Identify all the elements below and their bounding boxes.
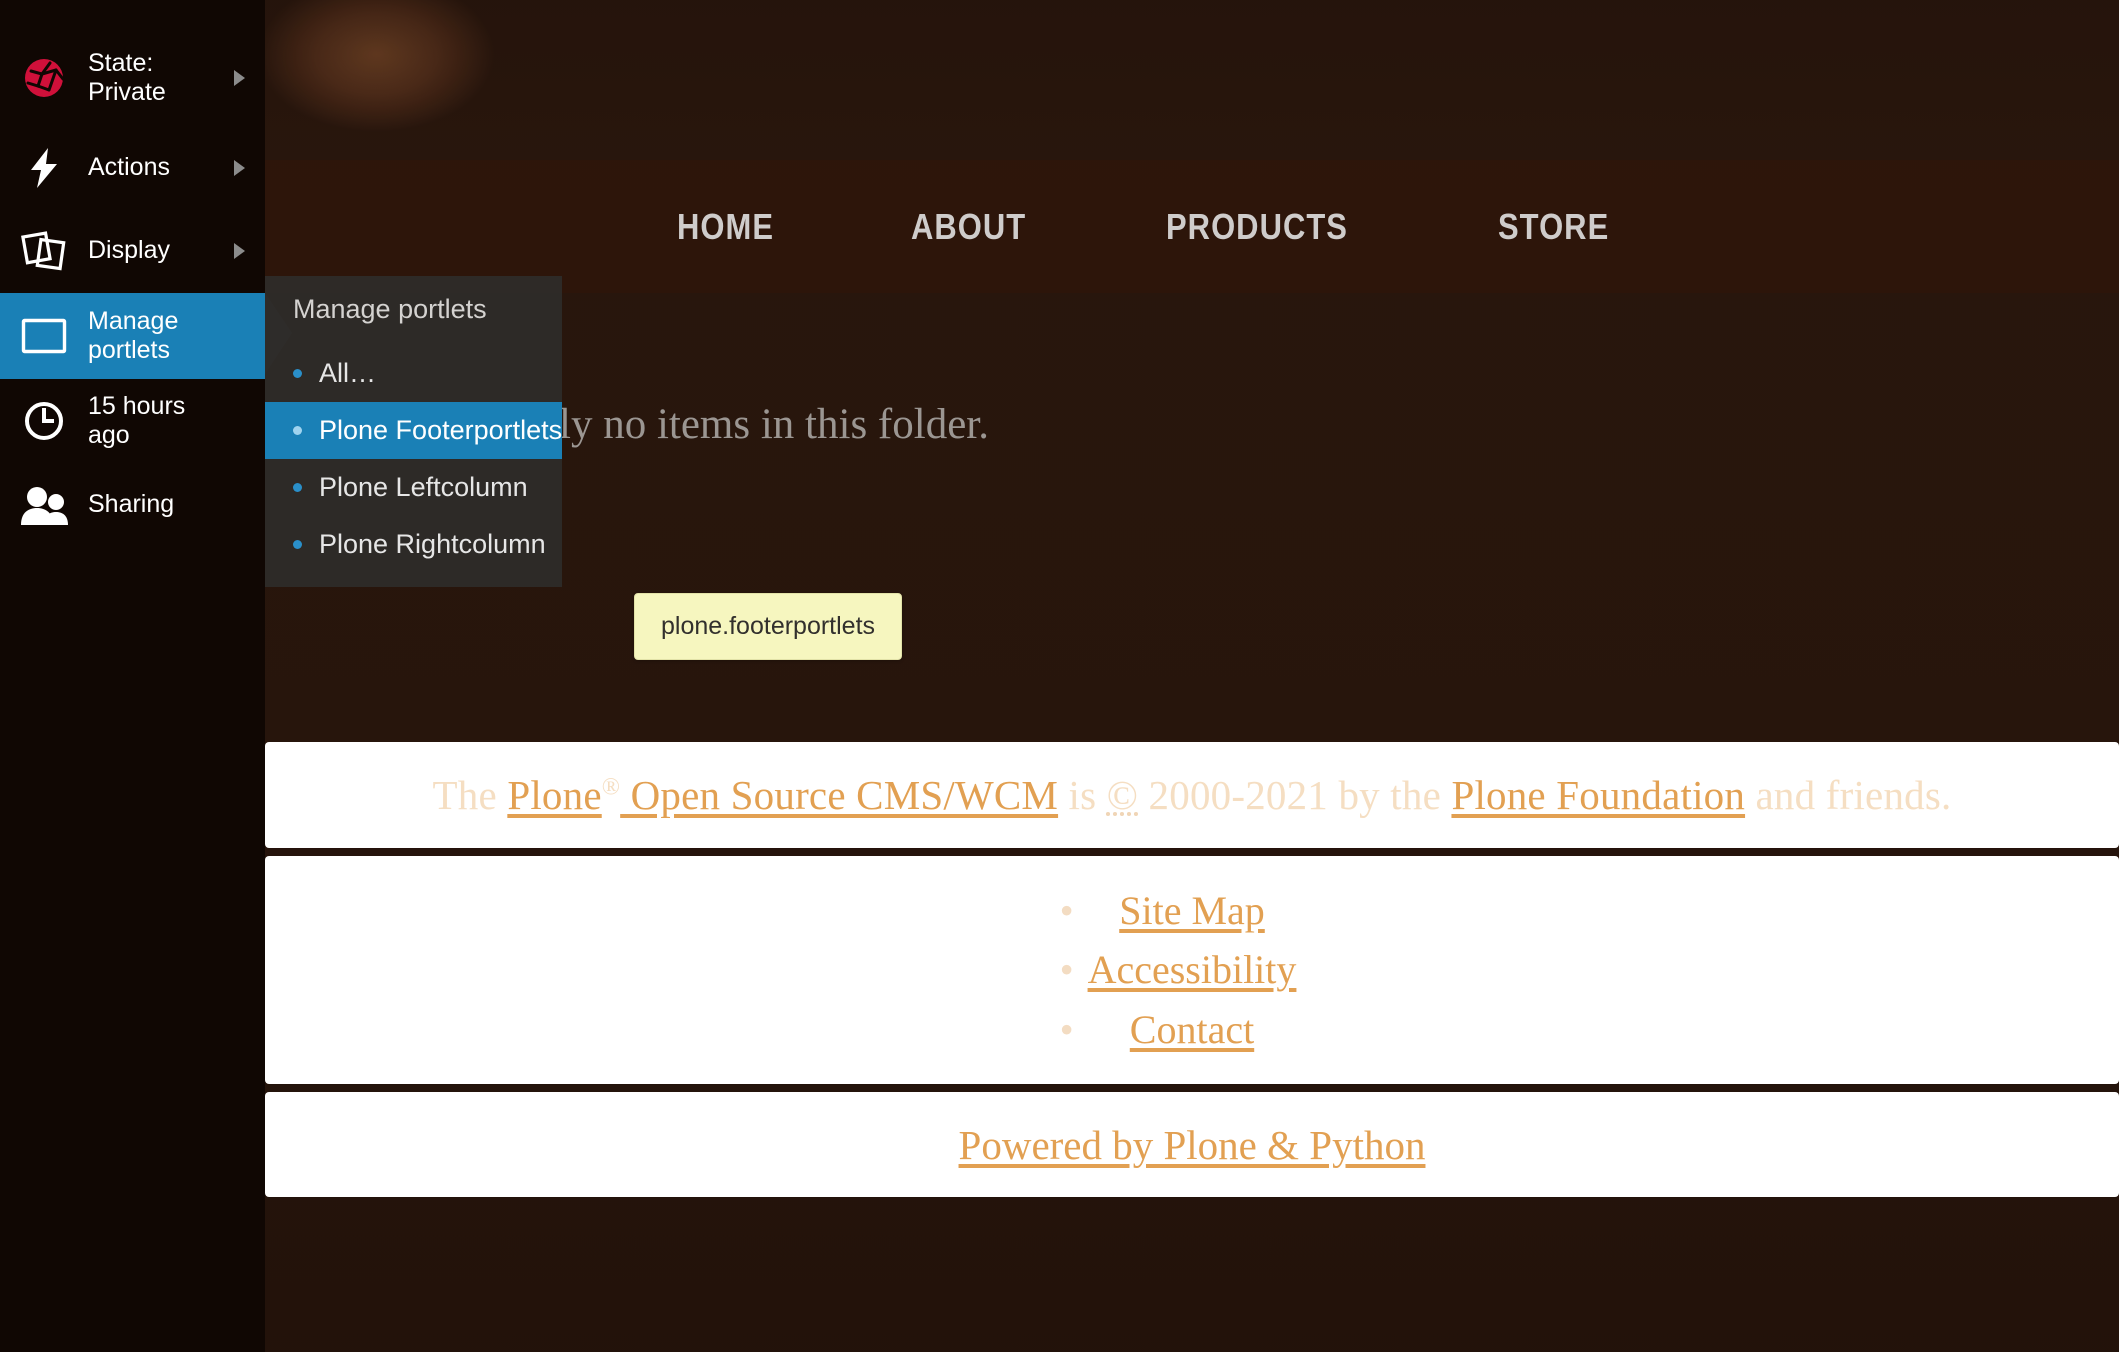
nav-item-about[interactable]: ABOUT [911, 206, 1026, 248]
lightning-bolt-icon [0, 146, 88, 190]
bullet-icon [293, 483, 302, 492]
dropdown-title: Manage portlets [293, 294, 487, 324]
plone-edit-toolbar: State: Private Actions Display Manage po… [0, 0, 292, 1352]
portlet-id-tooltip: plone.footerportlets [634, 593, 903, 660]
dropdown-item-plone-rightcolumn[interactable]: Plone Rightcolumn [265, 516, 562, 573]
toolbar-item-manage-portlets-label: Manage portlets [88, 306, 179, 365]
toolbar-item-history[interactable]: 15 hours ago [0, 379, 265, 463]
toolbar-item-display-label: Display [88, 236, 170, 265]
nav-item-products[interactable]: PRODUCTS [1166, 206, 1348, 248]
clock-icon [0, 400, 88, 442]
dropdown-item-label: Plone Footerportlets [319, 415, 563, 445]
state-private-icon [0, 57, 88, 99]
toolbar-item-actions[interactable]: Actions [0, 126, 265, 209]
screen-root: HOME ABOUT PRODUCTS STORE There are curr… [0, 0, 2119, 1352]
bullet-icon [293, 426, 302, 435]
display-layers-icon [0, 230, 88, 272]
footer-copyright-text: The Plone® Open Source CMS/WCM is © 2000… [433, 771, 1952, 819]
toolbar-top-spacer [0, 0, 265, 30]
footer-links-list: Site Map Accessibility Contact [1060, 881, 1297, 1059]
registered-mark: ® [601, 774, 621, 801]
toolbar-item-history-label: 15 hours ago [88, 391, 186, 450]
copyright-prefix: The [432, 772, 508, 818]
copyright-symbol: © [1106, 772, 1139, 818]
toolbar-item-sharing[interactable]: Sharing [0, 463, 265, 547]
site-viewport: HOME ABOUT PRODUCTS STORE There are curr… [265, 0, 2119, 1352]
bullet-icon [293, 540, 302, 549]
dropdown-item-label: All… [319, 358, 377, 388]
footer-powered-panel: Powered by Plone & Python [265, 1092, 2119, 1197]
dropdown-item-all[interactable]: All… [265, 345, 562, 402]
bullet-icon [293, 369, 302, 378]
dropdown-item-label: Plone Leftcolumn [319, 472, 528, 502]
manage-portlets-dropdown: Manage portlets All… Plone Footerportlet… [265, 276, 562, 587]
footer-link-accessibility[interactable]: Accessibility [1088, 947, 1297, 992]
dropdown-item-label: Plone Rightcolumn [319, 529, 546, 559]
copyright-years: 2000-2021 by the [1138, 772, 1452, 818]
dropdown-item-plone-leftcolumn[interactable]: Plone Leftcolumn [265, 459, 562, 516]
footer-powered-text: Powered by Plone & Python [959, 1121, 1426, 1169]
nav-item-store[interactable]: STORE [1498, 206, 1609, 248]
footer-links-panel: Site Map Accessibility Contact [265, 856, 2119, 1084]
chevron-right-icon [234, 159, 245, 176]
copyright-middle: is [1058, 772, 1107, 818]
list-item: Contact [1060, 1000, 1297, 1059]
link-open-source-cms[interactable]: Open Source CMS/WCM [620, 772, 1058, 818]
site-navigation-bar: HOME ABOUT PRODUCTS STORE [265, 160, 2119, 293]
footer-link-site-map[interactable]: Site Map [1119, 888, 1265, 933]
nav-item-home[interactable]: HOME [677, 206, 774, 248]
chevron-right-icon [234, 70, 245, 86]
toolbar-item-actions-label: Actions [88, 152, 170, 181]
users-icon [0, 485, 88, 525]
tooltip-text: plone.footerportlets [661, 612, 876, 640]
list-item: Site Map [1060, 881, 1297, 940]
toolbar-item-manage-portlets[interactable]: Manage portlets [0, 293, 292, 379]
link-plone[interactable]: Plone [507, 772, 601, 818]
site-footer: The Plone® Open Source CMS/WCM is © 2000… [265, 742, 2119, 1205]
toolbar-item-state[interactable]: State: Private [0, 30, 265, 126]
list-item: Accessibility [1060, 940, 1297, 999]
toolbar-item-display[interactable]: Display [0, 209, 265, 293]
copyright-suffix: and friends. [1745, 772, 1952, 818]
footer-link-contact[interactable]: Contact [1130, 1007, 1254, 1052]
dropdown-item-plone-footerportlets[interactable]: Plone Footerportlets [265, 402, 562, 459]
dropdown-item-list: All… Plone Footerportlets Plone Leftcolu… [265, 345, 562, 573]
link-plone-foundation[interactable]: Plone Foundation [1451, 772, 1745, 818]
portlets-rectangle-icon [0, 318, 88, 354]
toolbar-item-state-label: State: Private [88, 48, 166, 107]
toolbar-item-sharing-label: Sharing [88, 490, 175, 519]
footer-link-powered-by[interactable]: Powered by Plone & Python [959, 1122, 1426, 1168]
chevron-right-icon [234, 243, 245, 259]
footer-copyright-panel: The Plone® Open Source CMS/WCM is © 2000… [265, 742, 2119, 848]
